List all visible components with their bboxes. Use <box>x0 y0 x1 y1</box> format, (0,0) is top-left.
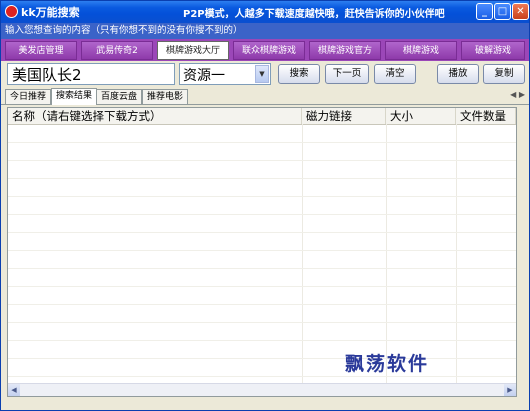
app-window: kk万能搜索 P2P模式，人越多下载速度越快哦，赶快告诉你的小伙伴吧 _ □ ✕… <box>0 0 530 411</box>
source-select-value: 资源一 <box>183 68 225 84</box>
tab-bar: 今日推荐 搜索结果 百度云盘 推荐电影 ◀ ▶ <box>1 88 529 105</box>
row-line <box>8 268 516 269</box>
row-line <box>8 196 516 197</box>
tab-search-results[interactable]: 搜索结果 <box>51 88 98 105</box>
row-line <box>8 160 516 161</box>
copy-button[interactable]: 复制 <box>483 64 525 84</box>
search-button[interactable]: 搜索 <box>278 64 320 84</box>
title-slogan: P2P模式，人越多下载速度越快哦，赶快告诉你的小伙伴吧 <box>183 9 445 20</box>
maximize-button[interactable]: □ <box>494 3 511 20</box>
row-line <box>8 358 516 359</box>
minimize-button[interactable]: _ <box>476 3 493 20</box>
row-line <box>8 340 516 341</box>
column-header-size[interactable]: 大小 <box>386 108 456 124</box>
row-line <box>8 322 516 323</box>
search-input[interactable] <box>7 63 175 85</box>
chevron-down-icon[interactable]: ▼ <box>255 65 269 83</box>
column-divider <box>386 124 387 386</box>
column-header-name[interactable]: 名称（请右键选择下载方式） <box>8 108 302 124</box>
nav-link-5[interactable]: 棋牌游戏官方 <box>309 41 381 60</box>
row-line <box>8 142 516 143</box>
tab-baidu-cloud[interactable]: 百度云盘 <box>96 89 143 104</box>
clear-button[interactable]: 清空 <box>374 64 416 84</box>
row-line <box>8 232 516 233</box>
column-divider <box>456 124 457 386</box>
column-divider <box>302 124 303 386</box>
chevron-right-icon[interactable]: ▶ <box>519 90 525 99</box>
nav-link-6[interactable]: 棋牌游戏 <box>385 41 457 60</box>
source-select[interactable]: 资源一 ▼ <box>179 63 271 85</box>
title-bar[interactable]: kk万能搜索 P2P模式，人越多下载速度越快哦，赶快告诉你的小伙伴吧 _ □ ✕ <box>1 1 529 23</box>
quick-links-bar: 美发店管理 武易传奇2 棋牌游戏大厅 联众棋牌游戏 棋牌游戏官方 棋牌游戏 破解… <box>1 39 529 61</box>
row-line <box>8 376 516 377</box>
results-table[interactable]: 名称（请右键选择下载方式） 磁力链接 大小 文件数量 ◀ ▶ <box>7 107 517 397</box>
play-button[interactable]: 播放 <box>437 64 479 84</box>
row-line <box>8 304 516 305</box>
row-line <box>8 214 516 215</box>
scroll-right-icon[interactable]: ▶ <box>504 384 516 396</box>
column-header-magnet[interactable]: 磁力链接 <box>302 108 386 124</box>
nav-link-7[interactable]: 破解游戏 <box>461 41 525 60</box>
nav-link-2[interactable]: 武易传奇2 <box>81 41 153 60</box>
app-icon <box>5 5 18 18</box>
nav-link-3[interactable]: 棋牌游戏大厅 <box>157 41 229 60</box>
close-button[interactable]: ✕ <box>512 3 529 20</box>
tab-recommend-movies[interactable]: 推荐电影 <box>142 89 189 104</box>
status-bar <box>1 399 529 410</box>
next-page-button[interactable]: 下一页 <box>325 64 369 84</box>
tab-scroll-arrows: ◀ ▶ <box>510 90 525 99</box>
horizontal-scrollbar[interactable]: ◀ ▶ <box>8 383 516 396</box>
row-line <box>8 178 516 179</box>
row-line <box>8 250 516 251</box>
row-line <box>8 286 516 287</box>
search-toolbar: 资源一 ▼ 搜索 下一页 清空 播放 复制 <box>1 61 529 87</box>
tab-today-recommend[interactable]: 今日推荐 <box>5 89 52 104</box>
search-hint: 输入您想查询的内容（只有你想不到的没有你搜不到的） <box>1 23 529 39</box>
table-header: 名称（请右键选择下载方式） 磁力链接 大小 文件数量 <box>8 108 516 125</box>
nav-link-4[interactable]: 联众棋牌游戏 <box>233 41 305 60</box>
chevron-left-icon[interactable]: ◀ <box>510 90 516 99</box>
scroll-left-icon[interactable]: ◀ <box>8 384 20 396</box>
column-header-file-count[interactable]: 文件数量 <box>456 108 516 124</box>
watermark-text: 飘荡软件 <box>345 353 430 375</box>
window-title: kk万能搜索 <box>21 6 80 19</box>
nav-link-1[interactable]: 美发店管理 <box>5 41 77 60</box>
